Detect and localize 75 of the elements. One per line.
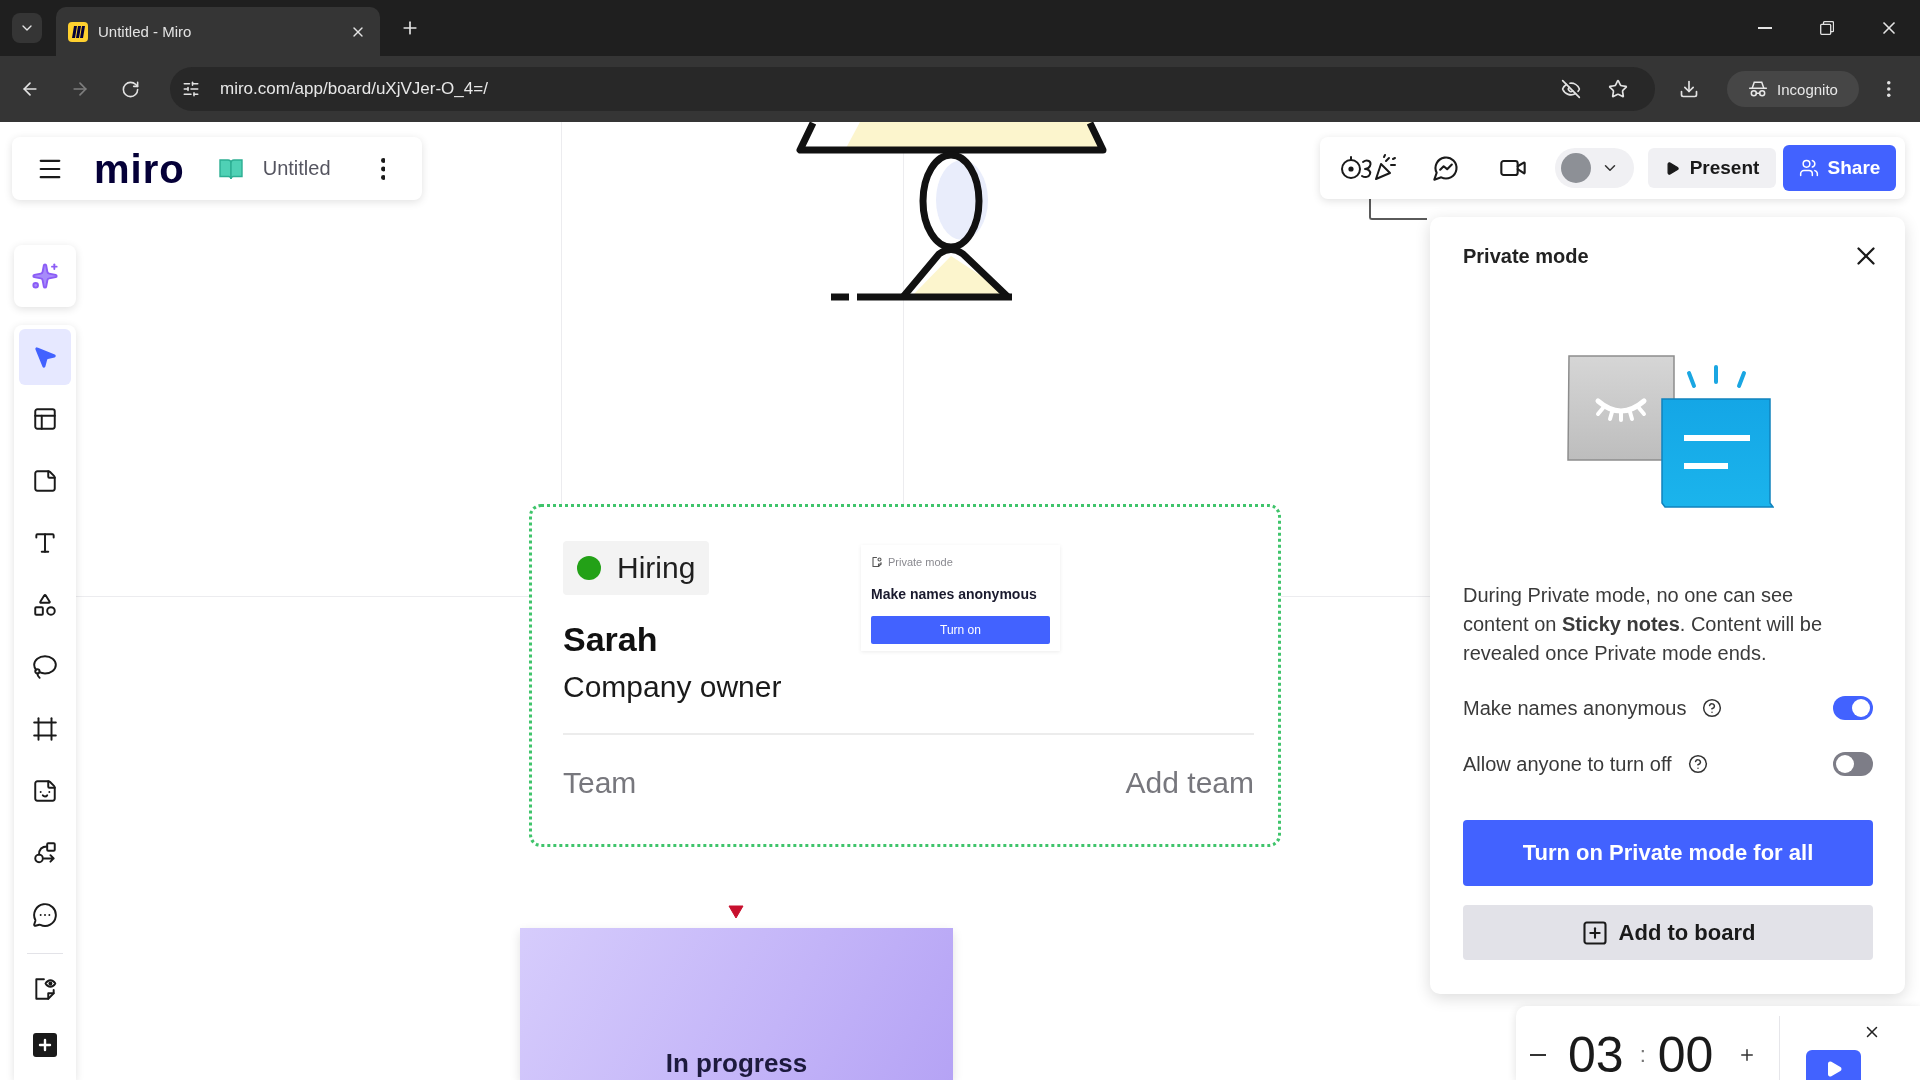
url-text: miro.com/app/board/uXjVJer-O_4=/ (220, 79, 489, 99)
sparkles-icon (31, 262, 59, 290)
logo: miro (94, 148, 185, 189)
person-name: Sarah (563, 619, 658, 659)
toggle-switch[interactable] (1833, 752, 1873, 776)
panel-title: Private mode (1463, 244, 1589, 268)
note-icon (871, 556, 883, 568)
tracking-button[interactable] (1561, 79, 1581, 99)
note-eye-icon (32, 976, 58, 1002)
board-menu-button[interactable] (380, 157, 386, 180)
sliders-icon (182, 80, 200, 98)
share-button[interactable]: Share (1783, 145, 1896, 191)
play-icon (1664, 160, 1680, 176)
browser-tab[interactable]: Untitled - Miro (56, 7, 380, 56)
status-dot-icon (577, 556, 601, 580)
incognito-button[interactable]: Incognito (1727, 71, 1859, 107)
present-button[interactable]: Present (1648, 148, 1776, 188)
field-label: Team (563, 765, 637, 801)
option-label: Make names anonymous (1463, 696, 1687, 720)
more-icon (1887, 81, 1891, 97)
tab-list-button[interactable] (12, 13, 42, 43)
person-role: Company owner (563, 669, 782, 705)
start-timer-button[interactable] (1806, 1050, 1862, 1080)
bookmark-button[interactable] (1608, 79, 1628, 99)
text-icon (32, 530, 58, 556)
star-icon (1608, 79, 1628, 99)
frame-icon (32, 716, 58, 742)
tab-logo-icon (68, 21, 88, 42)
lasso-icon (32, 654, 58, 680)
restore-icon (1820, 21, 1834, 35)
timer-minutes: 03 (1568, 1030, 1624, 1080)
triangle-marker-icon (728, 905, 744, 919)
option-label: Allow anyone to turn off (1463, 752, 1672, 776)
avatar-placeholder (1561, 153, 1591, 183)
more-icon (380, 157, 386, 180)
board-icon-button[interactable] (218, 157, 243, 180)
board-name[interactable]: Untitled (262, 157, 331, 180)
minus-icon (1530, 1054, 1546, 1056)
download-icon (1679, 79, 1699, 99)
address-bar[interactable]: miro.com/app/board/uXjVJer-O_4=/ (170, 67, 1655, 111)
shapes-icon (32, 592, 58, 618)
book-icon (218, 157, 243, 180)
turn-on-button[interactable]: Turn on Private mode for all (1463, 820, 1873, 886)
layout-icon (32, 406, 58, 432)
add-icon (33, 1033, 57, 1057)
toggle-switch[interactable] (1833, 696, 1873, 720)
help-icon (1702, 698, 1723, 718)
reload-icon (120, 79, 140, 99)
avatar-menu-button[interactable] (1555, 148, 1634, 188)
chat-button[interactable] (1432, 154, 1460, 182)
download-button[interactable] (1679, 79, 1699, 99)
sticker-icon (32, 778, 58, 804)
status-label: Hiring (617, 551, 696, 585)
cursor-icon (32, 344, 58, 370)
button-mockup: Turn on (871, 616, 1050, 644)
chat-icon (1432, 154, 1460, 182)
minimize-icon (1758, 27, 1772, 29)
eye-off-icon (1561, 79, 1581, 99)
comment-icon (32, 902, 58, 928)
users-icon (1798, 158, 1819, 178)
preview-heading: Make names anonymous (871, 585, 1037, 603)
site-info-button[interactable] (182, 80, 200, 98)
sticky-note-icon (32, 468, 58, 494)
field-value: Add team (1125, 765, 1254, 801)
timer-separator: : (1639, 1042, 1646, 1068)
incognito-icon (1748, 79, 1769, 99)
preview-title: Private mode (888, 556, 953, 568)
sticky-note-text: In progress (665, 1048, 808, 1078)
browser-menu-button[interactable] (1887, 81, 1891, 97)
timer-seconds: 00 (1657, 1030, 1714, 1080)
help-icon (1687, 754, 1708, 774)
add-to-board-button[interactable]: Add to board (1463, 905, 1873, 960)
diagram-icon (32, 840, 58, 866)
panel-description: During Private mode, no one can see content on Sticky notes. Content will be revealed once Private mode ends. (1463, 583, 1824, 666)
square-plus-icon (1580, 918, 1609, 947)
